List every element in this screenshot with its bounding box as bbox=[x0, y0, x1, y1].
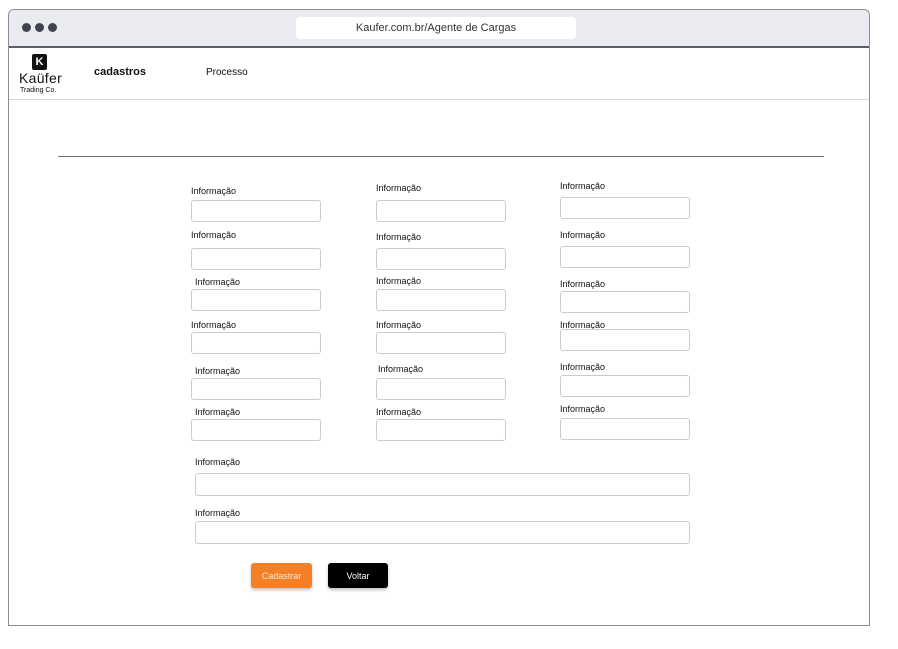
field-label: Informação bbox=[191, 186, 237, 196]
field-label: Informação bbox=[376, 276, 422, 286]
field-label: Informação bbox=[376, 320, 422, 330]
field-label: Informação bbox=[560, 404, 606, 414]
field-label: Informação bbox=[195, 457, 241, 467]
field-label: Informação bbox=[195, 508, 241, 518]
field-label: Informação bbox=[195, 277, 241, 287]
field-label: Informação bbox=[560, 181, 606, 191]
info-input[interactable] bbox=[560, 291, 690, 313]
info-input[interactable] bbox=[376, 419, 506, 441]
field-label: Informação bbox=[191, 320, 237, 330]
brand-logo[interactable]: K Kaüfer Trading Co. bbox=[19, 54, 71, 98]
browser-titlebar: Kaufer.com.br/Agente de Cargas bbox=[9, 10, 869, 48]
info-input[interactable] bbox=[560, 418, 690, 440]
info-input[interactable] bbox=[191, 200, 321, 222]
info-input[interactable] bbox=[191, 289, 321, 311]
address-bar[interactable]: Kaufer.com.br/Agente de Cargas bbox=[296, 17, 576, 39]
info-input[interactable] bbox=[560, 375, 690, 397]
browser-window: Kaufer.com.br/Agente de Cargas K Kaüfer … bbox=[8, 9, 870, 626]
nav-processo[interactable]: Processo bbox=[206, 67, 248, 78]
info-input[interactable] bbox=[191, 332, 321, 354]
info-input[interactable] bbox=[376, 378, 506, 400]
field-label: Informação bbox=[376, 407, 422, 417]
info-input[interactable] bbox=[376, 248, 506, 270]
field-label: Informação bbox=[376, 183, 422, 193]
minimize-dot-icon[interactable] bbox=[35, 23, 44, 32]
info-input-wide[interactable] bbox=[195, 473, 690, 496]
field-label: Informação bbox=[560, 230, 606, 240]
field-label: Informação bbox=[195, 366, 241, 376]
logo-mark: K bbox=[32, 54, 47, 70]
field-label: Informação bbox=[195, 407, 241, 417]
info-input[interactable] bbox=[191, 378, 321, 400]
maximize-dot-icon[interactable] bbox=[48, 23, 57, 32]
info-input[interactable] bbox=[191, 419, 321, 441]
field-label: Informação bbox=[560, 362, 606, 372]
field-label: Informação bbox=[378, 364, 424, 374]
info-input[interactable] bbox=[376, 289, 506, 311]
info-input[interactable] bbox=[560, 246, 690, 268]
field-label: Informação bbox=[560, 279, 606, 289]
nav-cadastros[interactable]: cadastros bbox=[94, 66, 146, 78]
info-input[interactable] bbox=[560, 329, 690, 351]
info-input[interactable] bbox=[376, 332, 506, 354]
info-input[interactable] bbox=[560, 197, 690, 219]
app-header: K Kaüfer Trading Co. cadastros Processo bbox=[9, 48, 869, 100]
logo-name: Kaüfer bbox=[19, 70, 63, 86]
voltar-button[interactable]: Voltar bbox=[328, 563, 388, 588]
section-divider bbox=[58, 156, 824, 157]
cadastrar-button[interactable]: Cadastrar bbox=[251, 563, 312, 588]
window-controls bbox=[22, 23, 57, 32]
field-label: Informação bbox=[376, 232, 422, 242]
field-label: Informação bbox=[191, 230, 237, 240]
info-input[interactable] bbox=[376, 200, 506, 222]
logo-subtitle: Trading Co. bbox=[20, 87, 57, 94]
info-input-wide[interactable] bbox=[195, 521, 690, 544]
close-dot-icon[interactable] bbox=[22, 23, 31, 32]
info-input[interactable] bbox=[191, 248, 321, 270]
